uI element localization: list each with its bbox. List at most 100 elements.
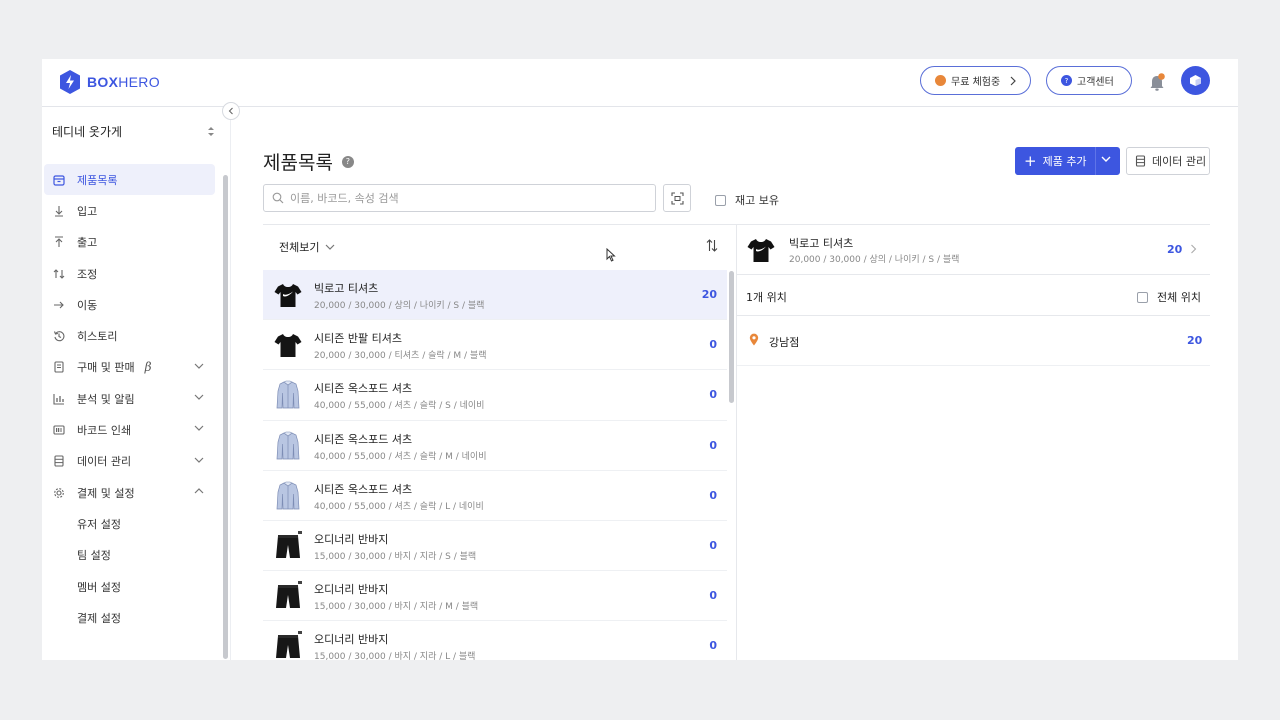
product-meta: 40,000 / 55,000 / 셔츠 / 슬락 / M / 네이비	[314, 451, 487, 462]
help-icon[interactable]: ?	[341, 155, 354, 168]
free-trial-button[interactable]: 무료 체험중	[920, 66, 1031, 95]
chevron-down-icon[interactable]	[325, 243, 335, 251]
page-title: 제품목록 ?	[263, 148, 354, 175]
product-row[interactable]: 시티즌 옥스포드 셔츠 40,000 / 55,000 / 셔츠 / 슬락 / M…	[263, 421, 727, 471]
product-meta: 15,000 / 30,000 / 바지 / 지라 / M / 블랙	[314, 602, 479, 613]
product-row[interactable]: 시티즌 옥스포드 셔츠 40,000 / 55,000 / 셔츠 / 슬락 / S…	[263, 370, 727, 421]
in-stock-filter[interactable]: 재고 보유	[715, 192, 779, 208]
sidebar-item-move[interactable]: 이동	[42, 289, 231, 320]
sidebar-item-label: 히스토리	[77, 330, 118, 344]
product-name: 시티즌 옥스포드 셔츠	[314, 482, 413, 496]
free-trial-label: 무료 체험중	[951, 77, 1001, 88]
add-product-label: 제품 추가	[1042, 155, 1087, 168]
boxhero-logo[interactable]: BOXHERO	[59, 69, 160, 95]
sidebar-collapse-button[interactable]	[222, 102, 240, 120]
sidebar-item-stock-in[interactable]: 입고	[42, 195, 231, 226]
product-thumbnail	[272, 430, 304, 462]
location-row[interactable]: 강남점 20	[737, 316, 1210, 366]
all-locations-checkbox[interactable]	[1137, 291, 1148, 303]
product-thumbnail	[272, 480, 304, 512]
sidebar-item-products[interactable]: 제품목록	[44, 164, 215, 196]
product-name: 오디너리 반바지	[314, 532, 389, 546]
page-title-text: 제품목록	[263, 152, 333, 174]
product-row[interactable]: 시티즌 반팔 티셔츠 20,000 / 30,000 / 티셔츠 / 슬락 / M…	[263, 320, 727, 371]
product-rows: 빅로고 티셔츠 20,000 / 30,000 / 상의 / 나이키 / S / …	[263, 270, 727, 660]
app-window: BOXHERO 무료 체험중 ? 고객센터 테디네 옷가게 제품목록 입고 출고…	[42, 59, 1238, 660]
sidebar: 테디네 옷가게 제품목록 입고 출고 조정 이동 히스토리 구매 및 판매 β …	[42, 107, 231, 660]
sidebar-item-analytics[interactable]: 분석 및 알림	[42, 383, 231, 414]
product-thumbnail	[272, 329, 304, 361]
brand-name: BOXHERO	[87, 74, 160, 90]
detail-product-row[interactable]: 빅로고 티셔츠 20,000 / 30,000 / 상의 / 나이키 / S /…	[737, 225, 1210, 275]
sidebar-item-purchase-sales[interactable]: 구매 및 판매 β	[42, 352, 231, 383]
product-qty: 0	[709, 488, 717, 502]
product-name: 빅로고 티셔츠	[314, 282, 379, 295]
product-qty: 0	[709, 538, 717, 552]
sidebar-item-stock-out[interactable]: 출고	[42, 227, 231, 258]
product-meta: 20,000 / 30,000 / 티셔츠 / 슬락 / M / 블랙	[314, 351, 487, 362]
add-product-button[interactable]: + 제품 추가	[1015, 147, 1120, 175]
search-icon	[272, 192, 284, 204]
product-row[interactable]: 오디너리 반바지 15,000 / 30,000 / 바지 / 지라 / S / …	[263, 521, 727, 572]
sidebar-item-data-management[interactable]: 데이터 관리	[42, 446, 231, 477]
location-qty: 20	[1187, 334, 1203, 347]
chevron-down-icon	[194, 425, 204, 432]
product-name: 오디너리 반바지	[314, 583, 389, 597]
product-thumbnail	[272, 630, 304, 660]
search-box	[263, 184, 656, 212]
sidebar-item-label: 분석 및 알림	[77, 392, 135, 406]
avatar[interactable]	[1181, 66, 1210, 95]
info-icon	[935, 75, 946, 86]
chevron-left-icon	[228, 107, 233, 115]
sidebar-subitem-member-settings[interactable]: 멤버 설정	[42, 571, 231, 602]
data-management-label: 데이터 관리	[1152, 155, 1207, 168]
product-name: 시티즌 옥스포드 셔츠	[314, 382, 413, 396]
sidebar-item-barcode[interactable]: 바코드 인쇄	[42, 414, 231, 445]
sidebar-item-history[interactable]: 히스토리	[42, 320, 231, 351]
sidebar-subitem-user-settings[interactable]: 유저 설정	[42, 508, 231, 539]
bell-icon[interactable]	[1148, 73, 1166, 93]
product-qty: 0	[709, 639, 717, 653]
sidebar-item-label: 조정	[77, 267, 98, 281]
sidebar-scrollbar[interactable]	[223, 175, 228, 659]
detail-product-qty: 20	[1167, 243, 1183, 256]
product-meta: 40,000 / 55,000 / 셔츠 / 슬락 / L / 네이비	[314, 501, 484, 512]
list-header: 전체보기	[263, 225, 736, 269]
product-thumbnail	[745, 234, 777, 266]
sidebar-item-label: 이동	[77, 298, 98, 312]
sidebar-item-label: 바코드 인쇄	[77, 424, 132, 438]
product-row[interactable]: 시티즌 옥스포드 셔츠 40,000 / 55,000 / 셔츠 / 슬락 / L…	[263, 471, 727, 521]
sidebar-item-adjust[interactable]: 조정	[42, 258, 231, 289]
chevron-down-icon[interactable]	[1101, 155, 1111, 163]
in-stock-checkbox[interactable]	[715, 194, 726, 206]
data-management-button[interactable]: 데이터 관리	[1126, 147, 1210, 175]
product-row[interactable]: 오디너리 반바지 15,000 / 30,000 / 바지 / 지라 / L / …	[263, 621, 727, 660]
barcode-scan-button[interactable]	[663, 184, 691, 212]
product-row[interactable]: 오디너리 반바지 15,000 / 30,000 / 바지 / 지라 / M / …	[263, 571, 727, 622]
detail-product-name: 빅로고 티셔츠	[789, 237, 854, 250]
product-meta: 20,000 / 30,000 / 상의 / 나이키 / S / 블랙	[314, 301, 485, 311]
arrow-right-icon	[52, 298, 65, 311]
sidebar-item-label: 구매 및 판매	[77, 361, 135, 375]
customer-center-button[interactable]: ? 고객센터	[1046, 66, 1132, 95]
sort-icon[interactable]	[706, 239, 718, 252]
product-meta: 15,000 / 30,000 / 바지 / 지라 / S / 블랙	[314, 551, 477, 562]
all-locations-filter[interactable]: 전체 위치	[1137, 289, 1201, 305]
beta-badge: β	[144, 360, 152, 375]
sidebar-subitem-payment-settings[interactable]: 결제 설정	[42, 602, 231, 633]
search-input[interactable]	[290, 191, 630, 205]
store-selector[interactable]: 테디네 옷가게	[52, 123, 215, 140]
boxhero-logo-icon	[60, 70, 80, 94]
arrow-up-icon	[52, 236, 65, 249]
chart-icon	[52, 392, 65, 405]
sidebar-subitem-team-settings[interactable]: 팀 설정	[42, 540, 231, 571]
product-row[interactable]: 빅로고 티셔츠 20,000 / 30,000 / 상의 / 나이키 / S / …	[263, 270, 727, 321]
view-filter-label[interactable]: 전체보기	[279, 239, 319, 255]
updown-icon	[208, 127, 214, 136]
location-count: 1개 위치	[746, 291, 787, 304]
product-thumbnail	[272, 580, 304, 612]
list-scrollbar[interactable]	[729, 271, 734, 403]
product-qty: 0	[709, 338, 717, 352]
mouse-cursor-icon	[606, 248, 616, 262]
sidebar-item-billing-settings[interactable]: 결제 및 설정	[42, 477, 231, 508]
